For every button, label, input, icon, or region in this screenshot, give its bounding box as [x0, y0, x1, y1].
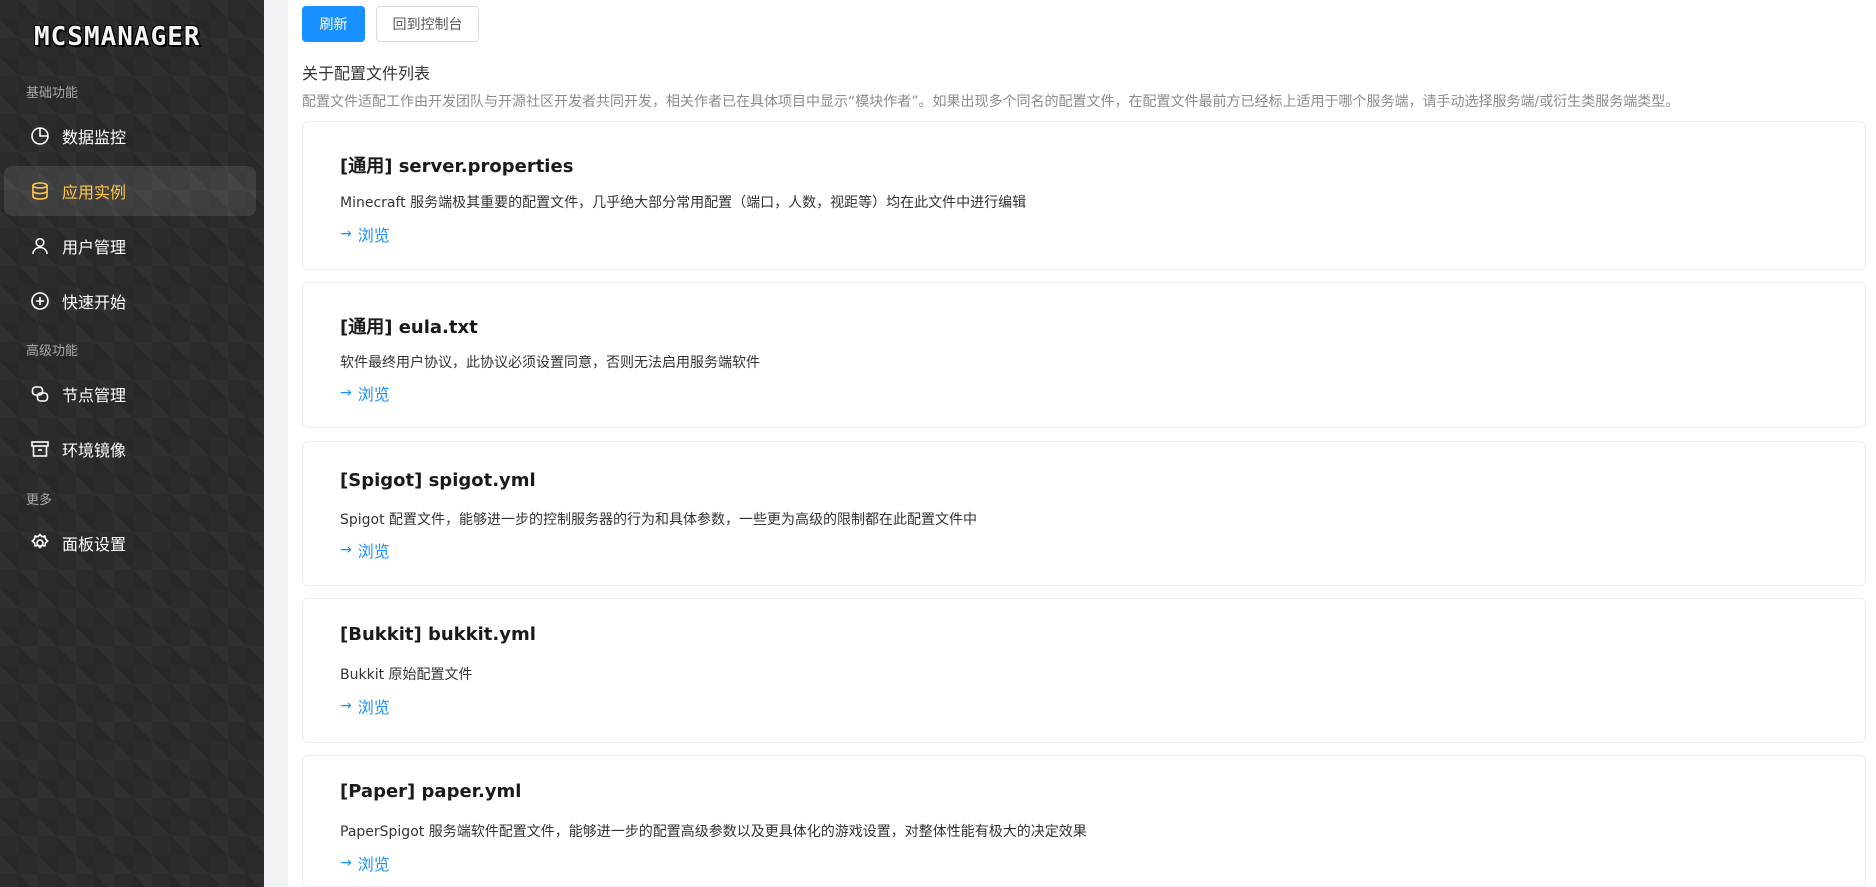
plus-circle-icon: [30, 291, 50, 311]
nav-group-label: 更多: [26, 493, 53, 508]
config-card-description: Minecraft 服务端极其重要的配置文件，几乎绝大部分常用配置（端口，人数，…: [340, 195, 1027, 211]
sidebar-item-settings[interactable]: 面板设置: [4, 518, 256, 568]
gear-icon: [30, 533, 50, 553]
config-card-title: [通用] eula.txt: [340, 317, 478, 338]
nav-group-label: 基础功能: [26, 86, 79, 101]
config-card-description: PaperSpigot 服务端软件配置文件，能够进一步的配置高级参数以及更具体化…: [340, 824, 1087, 840]
main-content: 刷新 回到控制台 关于配置文件列表 配置文件适配工作由开发团队与开源社区开发者共…: [288, 0, 1876, 887]
section-description: 配置文件适配工作由开发团队与开源社区开发者共同开发，相关作者已在具体项目中显示“…: [302, 94, 1680, 110]
sidebar-item-instances[interactable]: 应用实例: [4, 166, 256, 216]
sidebar-item-quickstart[interactable]: 快速开始: [4, 276, 256, 326]
arrow-right-icon: →: [340, 698, 352, 714]
arrow-right-icon: →: [340, 385, 352, 401]
sidebar-item-nodes[interactable]: 节点管理: [4, 369, 256, 419]
sidebar-item-label: 快速开始: [62, 293, 127, 312]
config-card: [通用] eula.txt 软件最终用户协议，此协议必须设置同意，否则无法启用服…: [302, 282, 1866, 428]
back-to-console-button[interactable]: 回到控制台: [376, 6, 479, 42]
arrow-right-icon: →: [340, 855, 352, 871]
archive-icon: [30, 439, 50, 459]
browse-link[interactable]: → 浏览: [340, 851, 390, 875]
config-card-description: Spigot 配置文件，能够进一步的控制服务器的行为和具体参数，一些更为高级的限…: [340, 512, 978, 528]
pie-chart-icon: [30, 126, 50, 146]
sidebar-item-label: 节点管理: [62, 386, 127, 405]
browse-link-label: 浏览: [357, 542, 390, 561]
section-title: 关于配置文件列表: [302, 64, 431, 83]
config-card-description: 软件最终用户协议，此协议必须设置同意，否则无法启用服务端软件: [340, 355, 760, 371]
browse-link-label: 浏览: [357, 855, 390, 874]
app-logo: MCSMANAGER: [34, 22, 201, 52]
browse-link[interactable]: → 浏览: [340, 222, 390, 246]
database-icon: [30, 181, 50, 201]
sidebar-item-label: 应用实例: [62, 183, 127, 202]
sidebar-item-label: 数据监控: [62, 128, 127, 147]
sidebar-item-monitor[interactable]: 数据监控: [4, 111, 256, 161]
sidebar: MCSMANAGER 基础功能 数据监控 应用实例 用户管理 快速开始 高级功能…: [0, 0, 264, 887]
browse-link-label: 浏览: [357, 226, 390, 245]
config-card: [Paper] paper.yml PaperSpigot 服务端软件配置文件，…: [302, 755, 1866, 887]
sidebar-item-label: 面板设置: [62, 535, 127, 554]
config-card: [Spigot] spigot.yml Spigot 配置文件，能够进一步的控制…: [302, 441, 1866, 586]
config-card-title: [通用] server.properties: [340, 156, 574, 177]
node-icon: [30, 384, 50, 404]
nav-group-label: 高级功能: [26, 344, 79, 359]
browse-link[interactable]: → 浏览: [340, 538, 390, 562]
refresh-button[interactable]: 刷新: [302, 6, 365, 42]
sidebar-item-label: 用户管理: [62, 238, 127, 257]
config-card-title: [Bukkit] bukkit.yml: [340, 624, 536, 645]
sidebar-item-images[interactable]: 环境镜像: [4, 424, 256, 474]
config-card-title: [Paper] paper.yml: [340, 781, 522, 802]
arrow-right-icon: →: [340, 226, 352, 242]
user-icon: [30, 236, 50, 256]
arrow-right-icon: →: [340, 542, 352, 558]
config-card-description: Bukkit 原始配置文件: [340, 667, 473, 683]
sidebar-item-users[interactable]: 用户管理: [4, 221, 256, 271]
browse-link-label: 浏览: [357, 698, 390, 717]
config-card: [Bukkit] bukkit.yml Bukkit 原始配置文件 → 浏览: [302, 598, 1866, 743]
browse-link[interactable]: → 浏览: [340, 694, 390, 718]
config-card-title: [Spigot] spigot.yml: [340, 470, 536, 491]
browse-link-label: 浏览: [357, 385, 390, 404]
sidebar-item-label: 环境镜像: [62, 441, 127, 460]
browse-link[interactable]: → 浏览: [340, 381, 390, 405]
config-card: [通用] server.properties Minecraft 服务端极其重要…: [302, 121, 1866, 270]
